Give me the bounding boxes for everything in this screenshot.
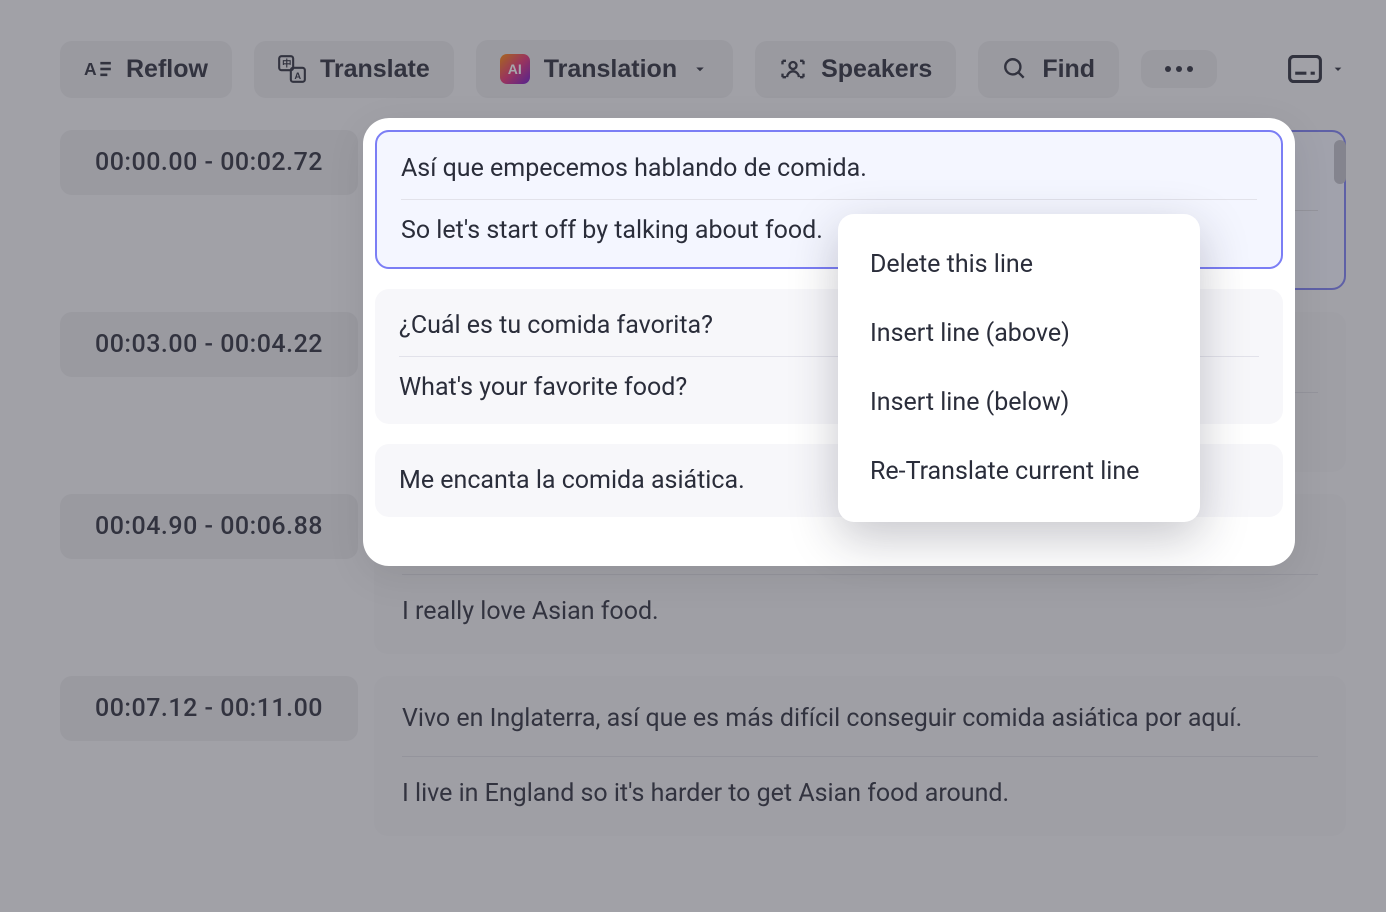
caption-box-icon	[1288, 55, 1322, 83]
toolbar: A Reflow 中 A Translate AI Translation Sp…	[60, 40, 1346, 98]
svg-text:A: A	[294, 71, 301, 81]
line-content[interactable]: Vivo en Inglaterra, así que es más difíc…	[374, 676, 1346, 836]
translate-label: Translate	[320, 55, 430, 84]
more-button[interactable]	[1141, 50, 1217, 88]
primary-text[interactable]: Así que empecemos hablando de comida.	[401, 154, 1257, 200]
editor-page: A Reflow 中 A Translate AI Translation Sp…	[0, 0, 1386, 912]
speakers-button[interactable]: Speakers	[755, 41, 956, 98]
find-label: Find	[1042, 55, 1095, 84]
ellipsis-icon	[1163, 64, 1195, 74]
transcript-row[interactable]: 00:07.12 - 00:11.00 Vivo en Inglaterra, …	[60, 676, 1346, 836]
secondary-text[interactable]: I really love Asian food.	[402, 575, 1318, 631]
timestamp[interactable]: 00:00.00 - 00:02.72	[60, 130, 358, 195]
timestamp[interactable]: 00:04.90 - 00:06.88	[60, 494, 358, 559]
menu-insert-above[interactable]: Insert line (above)	[838, 299, 1200, 368]
reflow-icon: A	[84, 55, 112, 83]
ai-badge-icon: AI	[500, 54, 530, 84]
reflow-button[interactable]: A Reflow	[60, 41, 232, 98]
view-toggle[interactable]	[1288, 55, 1346, 83]
svg-text:中: 中	[282, 58, 291, 69]
speakers-icon	[779, 55, 807, 83]
svg-text:A: A	[84, 59, 97, 79]
menu-insert-below[interactable]: Insert line (below)	[838, 368, 1200, 437]
timestamp[interactable]: 00:03.00 - 00:04.22	[60, 312, 358, 377]
translation-dropdown[interactable]: AI Translation	[476, 40, 733, 98]
menu-retranslate[interactable]: Re-Translate current line	[838, 437, 1200, 506]
speakers-label: Speakers	[821, 55, 932, 84]
secondary-text[interactable]: I live in England so it's harder to get …	[402, 757, 1318, 813]
scrollbar-thumb[interactable]	[1334, 140, 1346, 184]
translate-icon: 中 A	[278, 55, 306, 83]
menu-delete-line[interactable]: Delete this line	[838, 230, 1200, 299]
search-icon	[1002, 56, 1028, 82]
reflow-label: Reflow	[126, 55, 208, 84]
primary-text[interactable]: Vivo en Inglaterra, así que es más difíc…	[402, 700, 1318, 757]
caret-down-icon	[1330, 61, 1346, 77]
translation-label: Translation	[544, 55, 677, 84]
timestamp[interactable]: 00:07.12 - 00:11.00	[60, 676, 358, 741]
find-button[interactable]: Find	[978, 41, 1119, 98]
context-menu: Delete this line Insert line (above) Ins…	[838, 214, 1200, 522]
translate-button[interactable]: 中 A Translate	[254, 41, 454, 98]
caret-down-icon	[691, 60, 709, 78]
